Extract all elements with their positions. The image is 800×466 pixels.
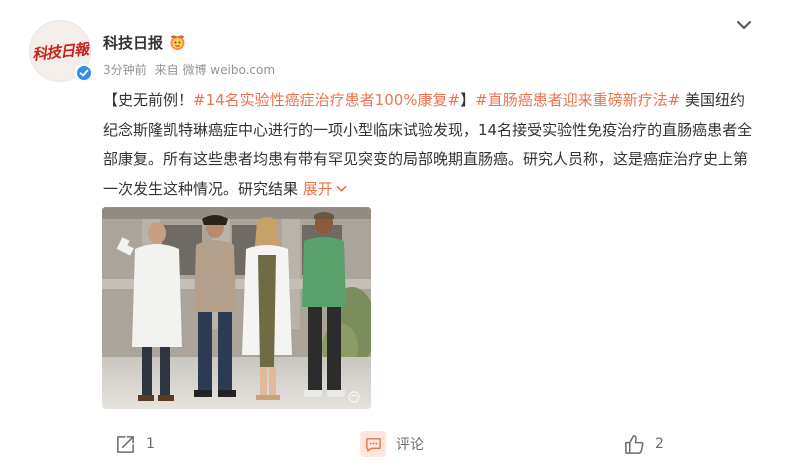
expand-link[interactable]: 展开 [303,180,347,198]
action-bar: 1 评论 2 [0,424,800,464]
collapse-menu-button[interactable] [733,16,755,34]
avatar-logo-text: 科技日報 [31,39,89,64]
post-meta: 3分钟前 来自 微博 weibo.com [103,61,275,78]
like-button[interactable]: 2 [624,424,664,464]
post-image[interactable] [102,207,371,409]
comment-label: 评论 [396,437,424,453]
like-count: 2 [655,436,664,452]
share-icon [117,435,134,453]
forward-count: 1 [146,436,155,452]
post-time[interactable]: 3分钟前 [103,61,147,78]
weibo-post-card: 科技日報 科技日报 3分钟前 来自 微博 weibo.com 【史无前例！#14… [0,0,800,466]
comment-button[interactable]: 评论 [360,424,424,464]
comment-icon [360,431,386,457]
post-photo-illustration [102,207,371,409]
post-source: 来自 微博 weibo.com [155,61,275,78]
post-text-lead: 【史无前例！ [103,91,194,109]
username-row: 科技日报 [103,32,187,53]
post-text: 【史无前例！#14名实验性癌症治疗患者100%康复#】#直肠癌患者迎来重磅新疗法… [103,86,753,204]
avatar[interactable]: 科技日報 [29,20,93,82]
post-text-bracket: 】 [460,91,476,109]
chevron-down-icon [737,21,751,29]
username[interactable]: 科技日报 [103,32,163,53]
hashtag-link[interactable]: #直肠癌患者迎来重磅新疗法# [475,91,680,109]
fan-badge-icon[interactable] [168,34,187,51]
expand-label: 展开 [302,179,333,198]
source-name[interactable]: 微博 weibo.com [182,63,275,77]
forward-button[interactable]: 1 [115,424,155,464]
verified-badge-icon [75,64,93,82]
thumbs-up-icon [625,434,644,454]
hashtag-link[interactable]: #14名实验性癌症治疗患者100%康复# [193,91,460,109]
chevron-down-icon [336,185,347,192]
source-prefix: 来自 [154,63,179,77]
